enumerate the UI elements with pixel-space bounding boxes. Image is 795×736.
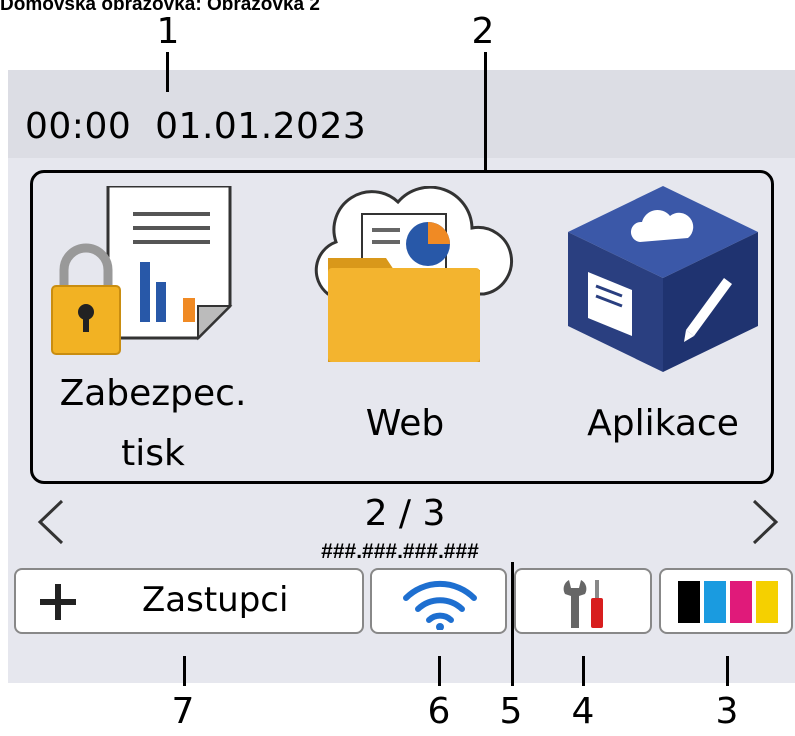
date-time: 00:00 01.01.2023 — [25, 106, 367, 147]
chevron-right-icon — [752, 499, 779, 545]
ink-levels-button[interactable] — [659, 568, 793, 634]
callout-6: 6 — [427, 691, 451, 732]
apps-cube-icon — [568, 186, 758, 372]
callout-5-leader — [511, 562, 514, 686]
app-label-line2: tisk — [121, 433, 185, 474]
callout-2: 2 — [471, 11, 495, 52]
callout-1-leader — [166, 52, 169, 92]
app-label-line1: Zabezpec. — [59, 373, 247, 414]
wrench-screwdriver-icon — [563, 580, 603, 628]
callout-3: 3 — [715, 691, 739, 732]
previous-screen-button[interactable] — [30, 497, 70, 547]
secure-print-icon — [51, 186, 233, 355]
plus-icon — [40, 584, 76, 620]
wifi-icon — [403, 580, 477, 630]
ip-address: ###.###.###.### — [321, 540, 479, 563]
callout-6-leader — [438, 656, 441, 686]
chevron-left-icon — [37, 499, 64, 545]
settings-button[interactable] — [514, 568, 652, 634]
app-web[interactable]: Web — [290, 186, 520, 476]
shortcuts-button[interactable]: Zastupci — [14, 568, 364, 634]
callout-7-leader — [183, 656, 186, 686]
callout-3-leader — [726, 656, 729, 686]
callout-1: 1 — [156, 11, 180, 52]
ink-level-cyan — [704, 581, 726, 623]
next-screen-button[interactable] — [746, 497, 786, 547]
ink-level-magenta — [730, 581, 752, 623]
callout-4: 4 — [571, 691, 595, 732]
callout-4-leader — [582, 656, 585, 686]
app-label: Aplikace — [587, 403, 739, 444]
web-folder-icon — [314, 186, 514, 362]
callout-7: 7 — [171, 691, 195, 732]
ink-level-yellow — [756, 581, 778, 623]
app-applications[interactable]: Aplikace — [548, 186, 778, 476]
app-secure-print[interactable]: Zabezpec. tisk — [38, 186, 268, 476]
page-indicator: 2 / 3 — [364, 493, 446, 534]
ink-level-black — [678, 581, 700, 623]
callout-5: 5 — [499, 691, 523, 732]
callout-2-leader — [484, 52, 487, 174]
shortcuts-label: Zastupci — [142, 580, 289, 620]
wifi-button[interactable] — [370, 568, 507, 634]
app-label: Web — [365, 403, 445, 444]
